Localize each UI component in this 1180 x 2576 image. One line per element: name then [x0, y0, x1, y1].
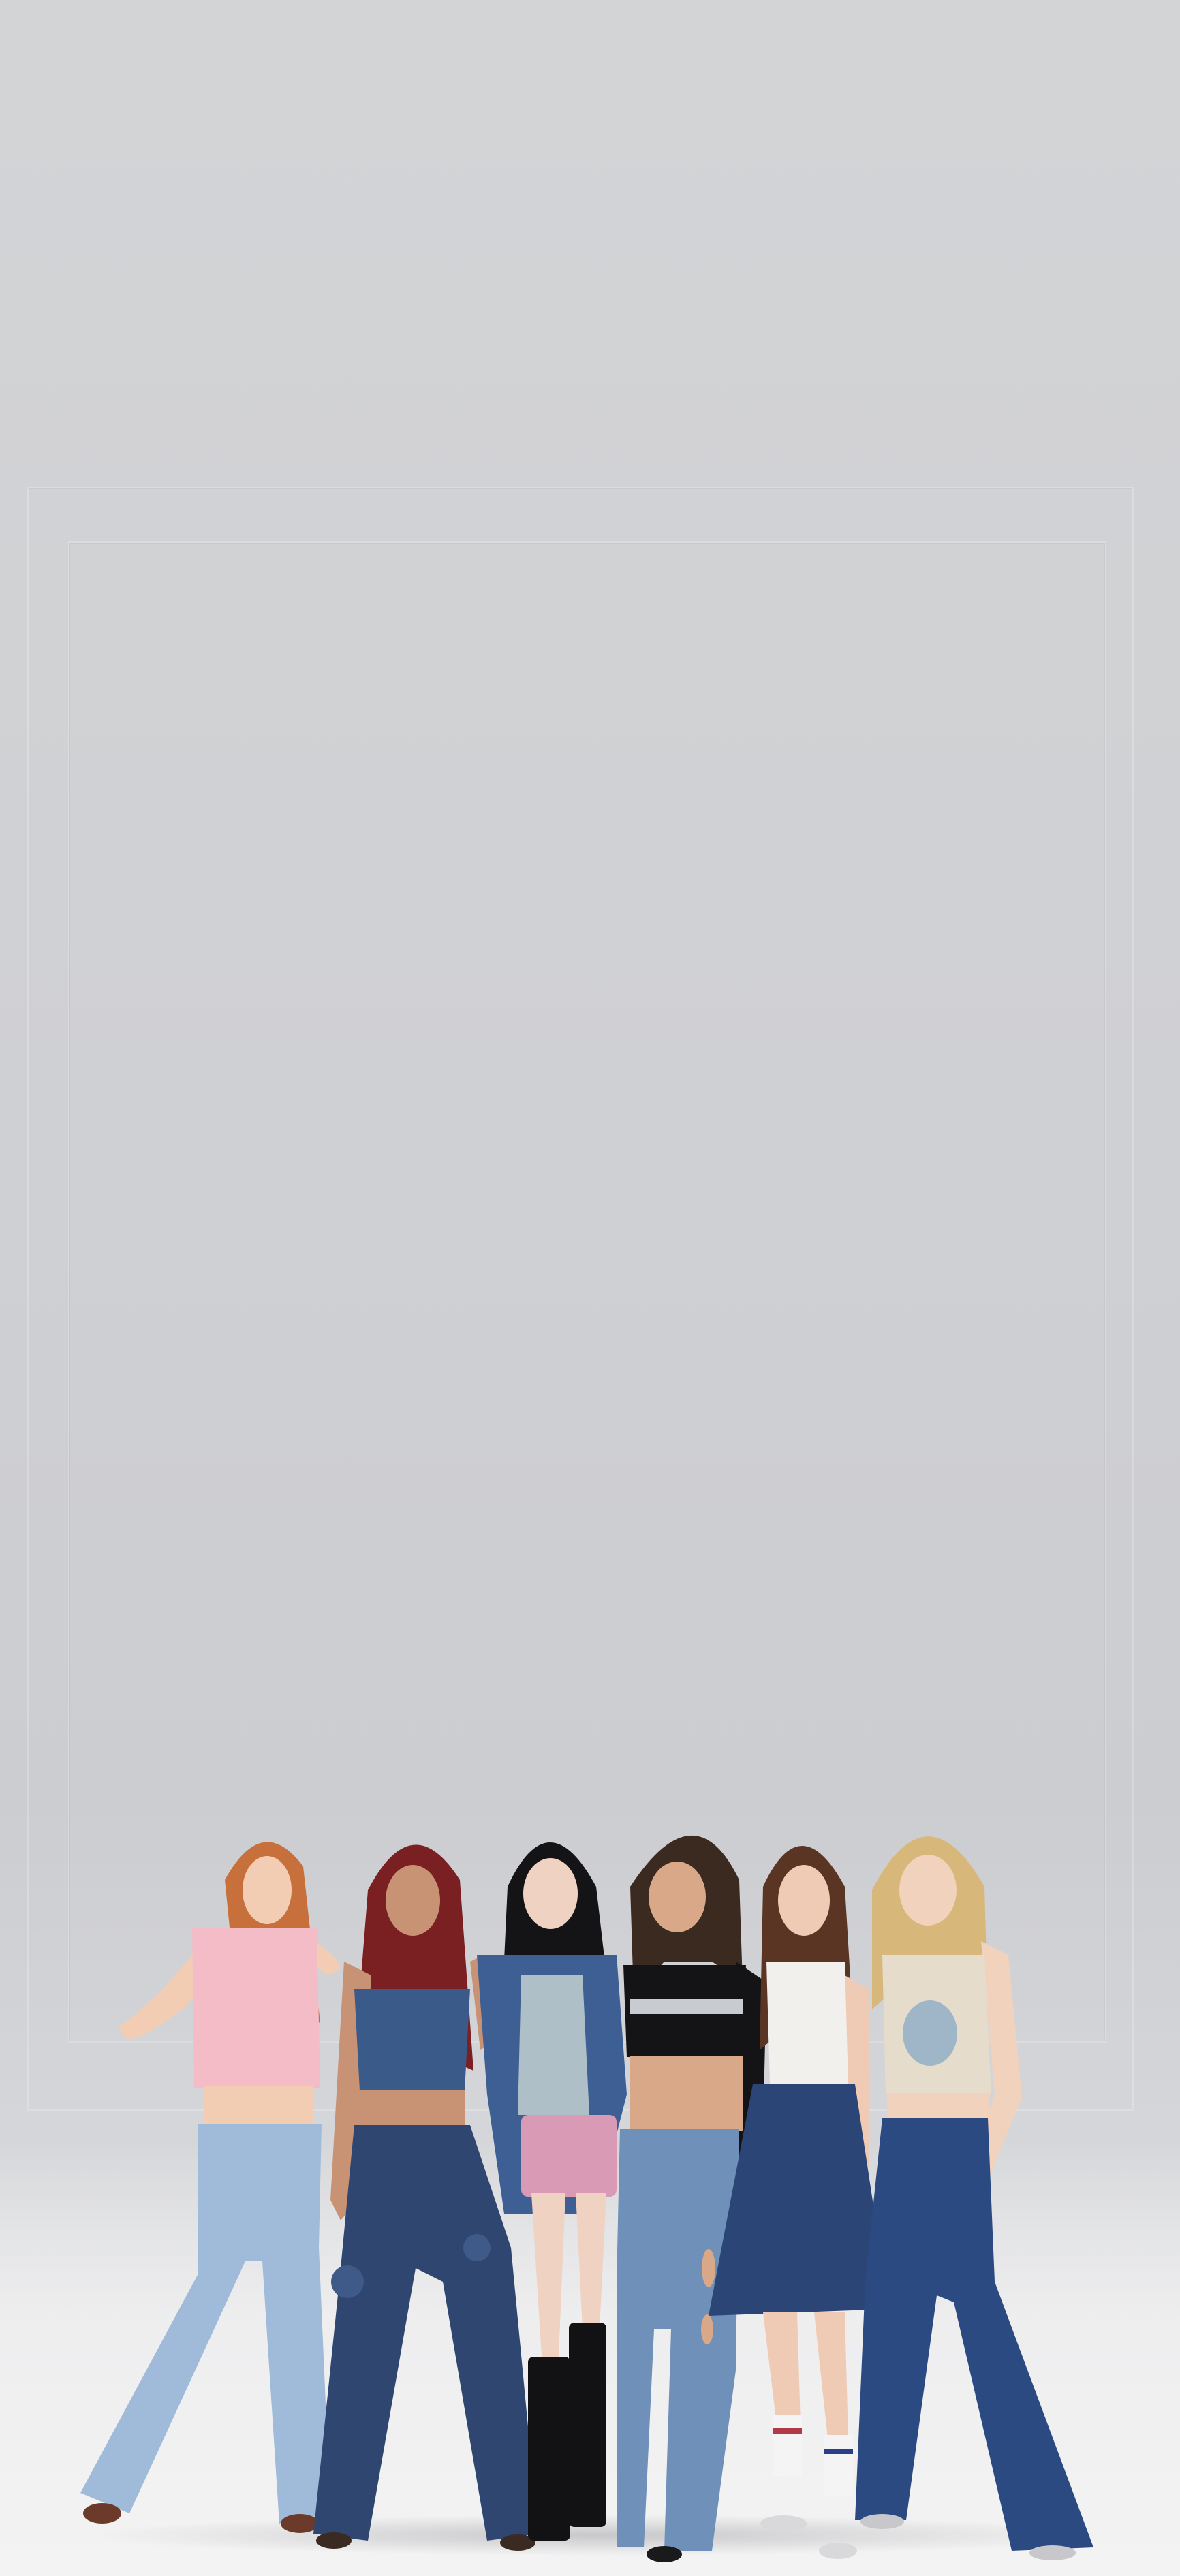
- person-5-sock-left: [773, 2415, 802, 2476]
- photo-scene: [0, 0, 1180, 2576]
- person-4-face: [649, 1862, 706, 1932]
- person-2-face: [386, 1865, 440, 1936]
- person-5-shoe-left: [760, 2515, 807, 2532]
- person-4-top-strap: [630, 1999, 743, 2014]
- person-1-midriff: [204, 2086, 313, 2125]
- person-5-face: [778, 1865, 830, 1936]
- person-6-shoe-left: [860, 2514, 904, 2529]
- person-1: [80, 1842, 341, 2533]
- person-3-boot-right: [569, 2323, 606, 2527]
- group-of-people: [80, 1835, 1093, 2562]
- person-6-face: [899, 1855, 957, 1926]
- person-6: [855, 1836, 1093, 2560]
- person-3-top: [518, 1975, 589, 2115]
- person-4-midriff: [630, 2056, 743, 2131]
- person-4-jeans-rip-1: [702, 2249, 715, 2287]
- person-3-shorts: [521, 2115, 617, 2197]
- person-6-top-print: [903, 2000, 957, 2066]
- person-2-jeans-patch-1: [331, 2265, 364, 2298]
- person-1-top: [192, 1928, 320, 2088]
- person-1-jeans: [80, 2124, 330, 2524]
- person-4-jeans: [617, 2129, 739, 2551]
- person-5-sock-right-stripe: [824, 2449, 853, 2454]
- person-4-shoe: [647, 2546, 682, 2562]
- person-5-sock-left-stripe: [773, 2428, 802, 2434]
- person-2-top: [354, 1989, 470, 2091]
- person-5-sock-right: [824, 2435, 853, 2496]
- person-2-shoe-left: [316, 2532, 352, 2549]
- person-1-face: [243, 1856, 292, 1924]
- person-6-midriff: [887, 2093, 989, 2120]
- person-5-top: [766, 1962, 848, 2084]
- person-4-jeans-rip-2: [701, 2314, 713, 2344]
- person-1-shoe-left: [83, 2503, 121, 2524]
- person-5-shoe-right: [819, 2543, 857, 2559]
- person-2-jeans-patch-2: [463, 2234, 491, 2261]
- person-2-midriff: [360, 2090, 465, 2127]
- person-6-shoe-right: [1029, 2545, 1076, 2560]
- person-1-shoe-right: [281, 2514, 319, 2533]
- person-3-face: [523, 1858, 578, 1929]
- person-3-boot-left: [528, 2357, 570, 2541]
- person-6-jeans: [855, 2118, 1093, 2551]
